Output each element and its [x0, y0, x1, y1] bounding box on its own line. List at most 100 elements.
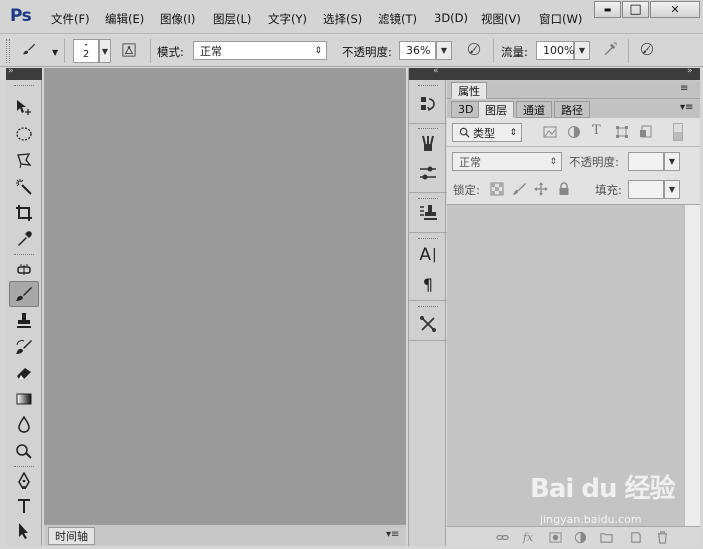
close-button[interactable]: ✕ — [650, 1, 700, 18]
menu-image[interactable]: 图像(I) — [160, 11, 195, 27]
adjust-button[interactable] — [417, 162, 439, 184]
collapse-right-icon[interactable]: » — [687, 66, 693, 76]
brush-size-picker[interactable]: • 2 — [73, 39, 99, 63]
filter-shape-icon[interactable] — [615, 125, 629, 142]
tool-preset-brush-icon[interactable] — [22, 42, 36, 59]
airbrush-icon[interactable] — [603, 42, 617, 59]
paragraph-panel-button[interactable]: ¶ — [417, 273, 439, 295]
panel-menu-icon[interactable]: ▾≡ — [680, 102, 693, 113]
dock-grip[interactable] — [418, 128, 438, 130]
minimize-button[interactable]: ▬ — [594, 1, 621, 18]
dock-grip[interactable] — [418, 306, 438, 308]
menu-type[interactable]: 文字(Y) — [268, 11, 307, 27]
link-layers-icon[interactable] — [495, 530, 509, 544]
brush-panel-toggle-icon[interactable] — [122, 43, 136, 60]
maximize-button[interactable]: □ — [622, 1, 649, 18]
layer-filter-select[interactable]: 类型 ⇕ — [452, 123, 522, 142]
tool-pen[interactable] — [9, 468, 39, 494]
tool-clone-stamp[interactable] — [9, 308, 39, 334]
tab-3d[interactable]: 3D — [451, 101, 481, 118]
toolbox-grip[interactable] — [14, 85, 34, 87]
clone-source-button[interactable] — [417, 202, 439, 224]
fill-input[interactable] — [628, 180, 664, 199]
lock-all-icon[interactable] — [557, 182, 571, 199]
collapse-icon[interactable]: « — [433, 66, 439, 76]
menu-layer[interactable]: 图层(L) — [213, 11, 251, 27]
layer-opacity-input[interactable] — [628, 152, 664, 171]
fill-dropdown[interactable]: ▼ — [664, 180, 680, 199]
panel-menu-icon[interactable]: ▾≡ — [386, 529, 399, 540]
add-mask-icon[interactable] — [548, 530, 562, 544]
expand-icon[interactable]: » — [8, 66, 14, 76]
menu-file[interactable]: 文件(F) — [51, 11, 90, 27]
lock-position-icon[interactable] — [534, 182, 548, 199]
menu-bar: Ps 文件(F) 编辑(E) 图像(I) 图层(L) 文字(Y) 选择(S) 滤… — [0, 0, 703, 34]
flow-dropdown[interactable]: ▼ — [574, 41, 590, 60]
filter-adjustment-icon[interactable] — [567, 125, 581, 142]
menu-window[interactable]: 窗口(W) — [539, 11, 582, 27]
tool-magic-wand[interactable] — [9, 174, 39, 200]
character-panel-button[interactable]: A | — [417, 244, 439, 266]
blur-tool-icon — [18, 416, 30, 433]
tool-history-brush[interactable] — [9, 334, 39, 360]
dock-grip[interactable] — [418, 198, 438, 200]
tab-channels[interactable]: 通道 — [516, 101, 552, 118]
timeline-tab[interactable]: 时间轴 — [48, 527, 95, 545]
blend-mode-select[interactable]: 正常 ⇕ — [452, 152, 562, 171]
filter-pixel-icon[interactable] — [543, 125, 557, 142]
toolbox: » — [6, 66, 42, 546]
dock-separator — [409, 232, 447, 233]
lock-pixels-icon[interactable] — [512, 182, 526, 199]
new-layer-icon[interactable] — [628, 530, 642, 544]
adjustment-layer-icon[interactable] — [573, 530, 587, 544]
toolbox-header[interactable]: » — [6, 66, 42, 80]
delete-layer-icon[interactable] — [655, 530, 669, 544]
layer-style-icon[interactable]: fx — [521, 530, 535, 544]
filter-type-icon[interactable]: T — [592, 123, 601, 138]
right-panel-header[interactable]: » — [447, 66, 700, 80]
tool-move[interactable] — [9, 94, 39, 120]
menu-edit[interactable]: 编辑(E) — [105, 11, 144, 27]
tool-presets-button[interactable] — [417, 313, 439, 335]
layer-opacity-dropdown[interactable]: ▼ — [664, 152, 680, 171]
menu-filter[interactable]: 滤镜(T) — [378, 11, 417, 27]
pressure-opacity-icon[interactable] — [467, 42, 481, 59]
dock-grip[interactable] — [418, 238, 438, 240]
document-canvas[interactable] — [44, 68, 406, 524]
tool-eyedropper[interactable] — [9, 226, 39, 252]
dock-header[interactable]: « — [409, 66, 447, 80]
opacity-dropdown[interactable]: ▼ — [436, 41, 452, 60]
brush-presets-button[interactable] — [417, 133, 439, 155]
tool-type[interactable] — [9, 493, 39, 519]
dock-grip[interactable] — [418, 85, 438, 87]
tool-eraser[interactable] — [9, 360, 39, 386]
panel-menu-icon[interactable]: ≡ — [680, 83, 688, 94]
brush-size-dropdown[interactable]: ▼ — [99, 39, 111, 63]
tool-elliptical-marquee[interactable] — [9, 121, 39, 147]
menu-select[interactable]: 选择(S) — [323, 11, 362, 27]
lock-transparent-icon[interactable] — [490, 182, 504, 199]
opacity-input[interactable]: 36% — [399, 41, 436, 60]
tool-brush[interactable] — [9, 281, 39, 307]
filter-smart-object-icon[interactable] — [639, 125, 653, 142]
tool-preset-arrow-icon[interactable]: ▼ — [52, 48, 58, 57]
tool-dodge[interactable] — [9, 438, 39, 464]
menu-view[interactable]: 视图(V) — [481, 11, 521, 27]
history-panel-button[interactable] — [417, 93, 439, 115]
flow-input[interactable]: 100% — [536, 41, 574, 60]
menu-3d[interactable]: 3D(D) — [434, 11, 468, 25]
tool-polygonal-lasso[interactable] — [9, 148, 39, 174]
pressure-size-icon[interactable] — [640, 42, 654, 59]
tab-properties[interactable]: 属性 — [451, 82, 487, 99]
tool-blur[interactable] — [9, 412, 39, 438]
tab-paths[interactable]: 路径 — [554, 101, 590, 118]
tab-layers[interactable]: 图层 — [478, 101, 514, 118]
tool-gradient[interactable] — [9, 386, 39, 412]
filter-toggle-switch[interactable] — [673, 123, 683, 141]
tool-crop[interactable] — [9, 200, 39, 226]
mode-label: 模式: — [157, 45, 184, 59]
tool-spot-healing[interactable] — [9, 257, 39, 283]
new-group-icon[interactable] — [599, 530, 613, 544]
mode-select[interactable]: 正常 ⇕ — [193, 41, 327, 60]
tool-path-selection[interactable] — [9, 518, 39, 544]
